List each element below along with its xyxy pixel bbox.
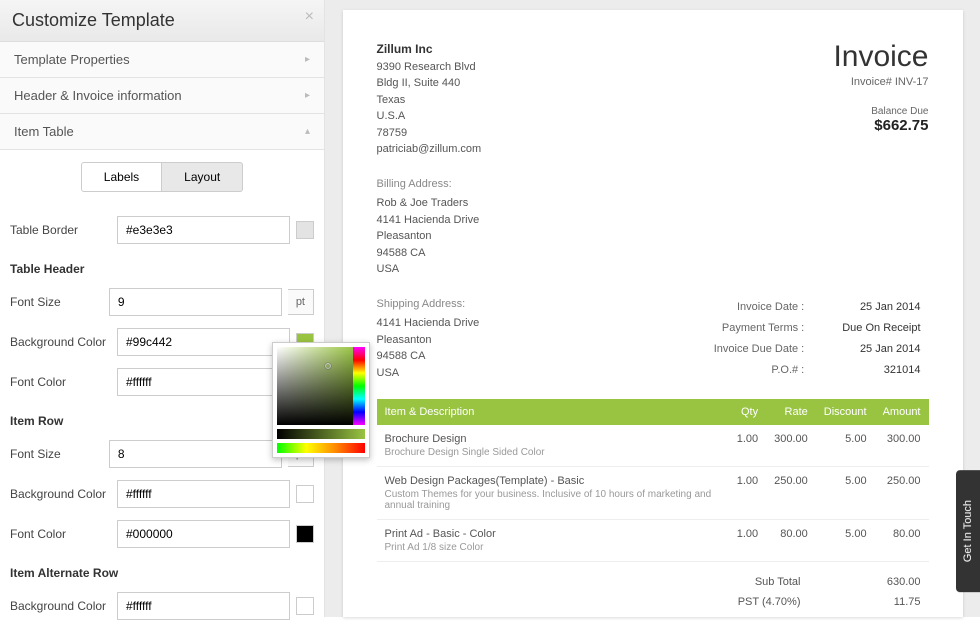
chevron-right-icon: ▸ <box>305 54 310 65</box>
row-font-size-input[interactable] <box>109 440 282 468</box>
col-item: Item & Description <box>377 399 729 425</box>
row-bg-swatch[interactable] <box>296 485 314 503</box>
col-amount: Amount <box>875 399 929 425</box>
header-fc-input[interactable] <box>117 368 290 396</box>
alt-bg-label: Background Color <box>10 599 117 613</box>
header-font-size-input[interactable] <box>109 288 282 316</box>
panel-title: Customize Template <box>12 10 312 31</box>
accordion-header-info[interactable]: Header & Invoice information ▸ <box>0 78 324 114</box>
company-name: Zillum Inc <box>377 42 433 56</box>
invoice-title: Invoice <box>833 40 928 74</box>
preset-swatches[interactable] <box>277 443 365 453</box>
table-header-heading: Table Header <box>10 250 314 282</box>
billing-heading: Billing Address: <box>377 176 929 193</box>
tab-labels[interactable]: Labels <box>81 162 162 192</box>
totals: Sub Total630.00PST (4.70%)11.75 <box>377 572 929 612</box>
shipping-address: Shipping Address: 4141 Hacienda DrivePle… <box>377 296 480 382</box>
hue-slider[interactable] <box>353 347 365 425</box>
preview-pane: Zillum Inc 9390 Research BlvdBldg II, Su… <box>325 0 980 617</box>
header-fc-label: Font Color <box>10 375 117 389</box>
alt-row-heading: Item Alternate Row <box>10 554 314 586</box>
color-cursor[interactable] <box>325 363 331 369</box>
close-icon[interactable]: × <box>305 8 314 26</box>
invoice-preview: Zillum Inc 9390 Research BlvdBldg II, Su… <box>343 10 963 617</box>
invoice-meta: Invoice Date :25 Jan 2014Payment Terms :… <box>706 296 929 382</box>
table-row: Brochure DesignBrochure Design Single Si… <box>377 425 929 467</box>
accordion-label: Item Table <box>14 124 74 139</box>
unit-pt: pt <box>288 289 314 315</box>
invoice-number: Invoice# INV-17 <box>833 76 928 88</box>
color-picker-popover[interactable] <box>272 342 370 458</box>
row-font-size-label: Font Size <box>10 447 109 461</box>
table-border-label: Table Border <box>10 223 117 237</box>
row-fc-input[interactable] <box>117 520 290 548</box>
header-font-size-label: Font Size <box>10 295 109 309</box>
alt-bg-swatch[interactable] <box>296 597 314 615</box>
accordion-item-table[interactable]: Item Table ▴ <box>0 114 324 150</box>
balance-label: Balance Due <box>833 106 928 117</box>
billing-address: Billing Address: Rob & Joe Traders4141 H… <box>377 176 929 278</box>
accordion-template-properties[interactable]: Template Properties ▸ <box>0 42 324 78</box>
customize-panel: Customize Template × Template Properties… <box>0 0 325 617</box>
color-gradient[interactable] <box>277 347 355 425</box>
table-border-input[interactable] <box>117 216 290 244</box>
panel-header: Customize Template × <box>0 0 324 42</box>
shipping-heading: Shipping Address: <box>377 296 480 313</box>
row-fc-swatch[interactable] <box>296 525 314 543</box>
brightness-bar[interactable] <box>277 429 365 439</box>
balance-amount: $662.75 <box>833 117 928 134</box>
get-in-touch-tab[interactable]: Get In Touch <box>956 470 980 592</box>
labels-layout-toggle: Labels Layout <box>10 162 314 192</box>
header-bg-label: Background Color <box>10 335 117 349</box>
col-discount: Discount <box>816 399 875 425</box>
alt-bg-input[interactable] <box>117 592 290 620</box>
row-bg-label: Background Color <box>10 487 117 501</box>
row-fc-label: Font Color <box>10 527 117 541</box>
col-qty: Qty <box>729 399 766 425</box>
row-bg-input[interactable] <box>117 480 290 508</box>
tab-layout[interactable]: Layout <box>162 162 243 192</box>
accordion-label: Header & Invoice information <box>14 88 182 103</box>
items-table: Item & Description Qty Rate Discount Amo… <box>377 399 929 562</box>
company-block: Zillum Inc 9390 Research BlvdBldg II, Su… <box>377 40 482 158</box>
table-row: Web Design Packages(Template) - BasicCus… <box>377 467 929 520</box>
table-border-swatch[interactable] <box>296 221 314 239</box>
col-rate: Rate <box>766 399 816 425</box>
accordion-label: Template Properties <box>14 52 130 67</box>
table-row: Print Ad - Basic - ColorPrint Ad 1/8 siz… <box>377 520 929 562</box>
chevron-right-icon: ▸ <box>305 90 310 101</box>
header-bg-input[interactable] <box>117 328 290 356</box>
chevron-up-icon: ▴ <box>305 126 310 137</box>
item-row-heading: Item Row <box>10 402 314 434</box>
